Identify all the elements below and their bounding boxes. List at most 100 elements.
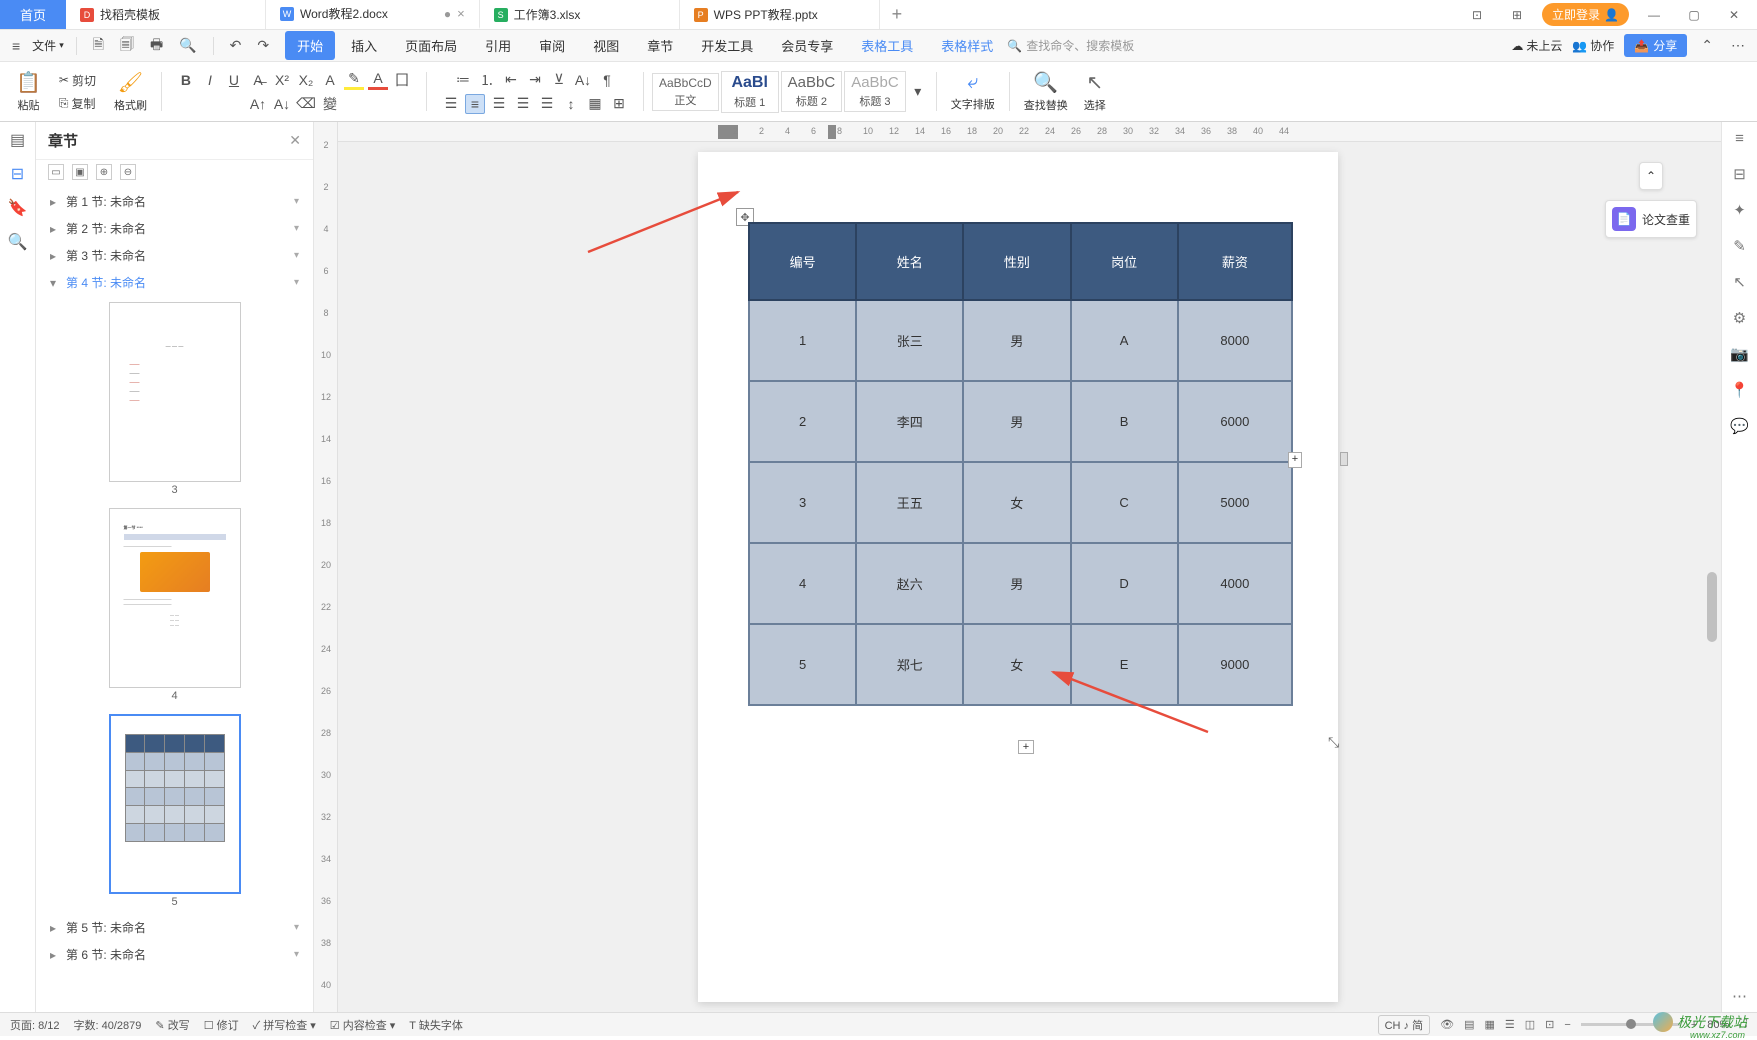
table-cell[interactable]: 1 xyxy=(749,300,856,381)
data-table[interactable]: 编号姓名性别岗位薪资 1张三男A80002李四男B60003王五女C50004赵… xyxy=(748,222,1293,706)
preview-icon[interactable]: 🔍 xyxy=(175,35,200,56)
sort-button[interactable]: A↓ xyxy=(573,70,593,90)
table-cell[interactable]: 张三 xyxy=(856,300,963,381)
rr-cursor-icon[interactable]: ↖ xyxy=(1733,273,1746,291)
ribbon-tab-chapter[interactable]: 章节 xyxy=(635,31,685,60)
table-cell[interactable]: E xyxy=(1071,624,1178,705)
nav-tool-3[interactable]: ⊕ xyxy=(96,164,112,180)
file-menu[interactable]: 文件▾ xyxy=(32,37,64,54)
add-col-button[interactable]: + xyxy=(1288,452,1302,468)
table-cell[interactable]: B xyxy=(1071,381,1178,462)
paste-button[interactable]: 📋 粘贴 xyxy=(16,70,41,113)
ime-indicator[interactable]: CH ♪ 简 xyxy=(1378,1015,1431,1035)
style-h3[interactable]: AaBbC标题 3 xyxy=(844,71,906,112)
table-header[interactable]: 岗位 xyxy=(1071,223,1178,300)
table-cell[interactable]: 女 xyxy=(963,624,1070,705)
page-indicator[interactable]: 页面: 8/12 xyxy=(10,1017,60,1033)
nav-section-4[interactable]: ▾第 4 节: 未命名▾ xyxy=(36,269,313,296)
highlight-button[interactable]: ✎ xyxy=(344,70,364,90)
more-icon[interactable]: ⋯ xyxy=(1727,35,1749,56)
saveas-icon[interactable]: 🗐 xyxy=(116,32,138,60)
page-thumb-5[interactable] xyxy=(109,714,241,894)
table-header[interactable]: 薪资 xyxy=(1178,223,1292,300)
rr-sparkle-icon[interactable]: ✦ xyxy=(1733,201,1746,219)
vertical-scrollbar[interactable] xyxy=(1705,152,1719,985)
coop-button[interactable]: 👥协作 xyxy=(1572,37,1614,54)
table-cell[interactable]: 5 xyxy=(749,624,856,705)
table-row[interactable]: 2李四男B6000 xyxy=(749,381,1292,462)
ribbon-tab-member[interactable]: 会员专享 xyxy=(769,31,845,60)
view-web-icon[interactable]: ▦ xyxy=(1484,1018,1494,1031)
nav-tool-2[interactable]: ▣ xyxy=(72,164,88,180)
phonetic-icon[interactable]: 變 xyxy=(320,94,340,114)
login-button[interactable]: 立即登录 👤 xyxy=(1542,3,1629,26)
doc-tab-template[interactable]: D 找稻壳模板 xyxy=(66,0,266,29)
italic-button[interactable]: I xyxy=(200,70,220,90)
nav-tool-1[interactable]: ▭ xyxy=(48,164,64,180)
ribbon-tab-layout[interactable]: 页面布局 xyxy=(393,31,469,60)
showmarks-button[interactable]: ¶ xyxy=(597,70,617,90)
cut-button[interactable]: ✂剪切 xyxy=(57,70,98,91)
table-header[interactable]: 姓名 xyxy=(856,223,963,300)
share-button[interactable]: 📤分享 xyxy=(1624,34,1687,57)
table-row[interactable]: 3王五女C5000 xyxy=(749,462,1292,543)
strike-button[interactable]: A̶ xyxy=(248,70,268,90)
outline-icon[interactable]: ▤ xyxy=(10,130,25,150)
grid-icon[interactable]: ⊞ xyxy=(1502,8,1532,22)
numbering-button[interactable]: ⒈ xyxy=(477,70,497,90)
table-cell[interactable]: 9000 xyxy=(1178,624,1292,705)
word-count[interactable]: 字数: 40/2879 xyxy=(74,1017,142,1033)
table-cell[interactable]: C xyxy=(1071,462,1178,543)
close-button[interactable]: ✕ xyxy=(1719,8,1749,22)
table-row[interactable]: 5郑七女E9000 xyxy=(749,624,1292,705)
table-cell[interactable]: 李四 xyxy=(856,381,963,462)
view-read-icon[interactable]: 👁 xyxy=(1440,1018,1454,1031)
justify-button[interactable]: ☰ xyxy=(513,94,533,114)
thesis-check-button[interactable]: 📄 论文查重 xyxy=(1605,200,1697,238)
view-print-icon[interactable]: ▤ xyxy=(1464,1018,1474,1031)
text-wrap-button[interactable]: ⤶文字排版 xyxy=(951,71,995,112)
rr-feedback-icon[interactable]: 💬 xyxy=(1730,417,1749,435)
table-row[interactable]: 4赵六男D4000 xyxy=(749,543,1292,624)
rewrite-button[interactable]: ✎ 改写 xyxy=(155,1017,189,1033)
redo-icon[interactable]: ↷ xyxy=(253,35,273,56)
ribbon-tab-view[interactable]: 视图 xyxy=(581,31,631,60)
row-handle[interactable] xyxy=(1340,452,1348,466)
not-uploaded[interactable]: ☁未上云 xyxy=(1511,37,1562,54)
home-tab[interactable]: 首页 xyxy=(0,0,66,29)
revise-button[interactable]: ☐ 修订 xyxy=(204,1017,239,1033)
rr-settings-icon[interactable]: ⊟ xyxy=(1733,165,1746,183)
underline-button[interactable]: U xyxy=(224,70,244,90)
table-cell[interactable]: 2 xyxy=(749,381,856,462)
tabs-button[interactable]: ⊻ xyxy=(549,70,569,90)
table-cell[interactable]: 赵六 xyxy=(856,543,963,624)
table-header[interactable]: 性别 xyxy=(963,223,1070,300)
table-cell[interactable]: 4 xyxy=(749,543,856,624)
rr-location-icon[interactable]: 📍 xyxy=(1730,381,1749,399)
maximize-button[interactable]: ▢ xyxy=(1679,8,1709,22)
doc-tab-sheet[interactable]: S 工作簿3.xlsx xyxy=(480,0,680,29)
rr-adjust-icon[interactable]: ⚙ xyxy=(1733,309,1746,327)
bookmark-icon[interactable]: 🔖 xyxy=(8,198,28,218)
ribbon-tab-dev[interactable]: 开发工具 xyxy=(689,31,765,60)
superscript-button[interactable]: X² xyxy=(272,70,292,90)
chapters-icon[interactable]: ⊟ xyxy=(11,164,24,184)
nav-section-6[interactable]: ▸第 6 节: 未命名▾ xyxy=(36,941,313,968)
select-button[interactable]: ↖选择 xyxy=(1084,70,1106,113)
table-cell[interactable]: 王五 xyxy=(856,462,963,543)
bold-button[interactable]: B xyxy=(176,70,196,90)
find-replace-button[interactable]: 🔍查找替换 xyxy=(1024,70,1068,113)
table-cell[interactable]: 男 xyxy=(963,381,1070,462)
doc-tab-ppt[interactable]: P WPS PPT教程.pptx xyxy=(680,0,880,29)
table-cell[interactable]: 6000 xyxy=(1178,381,1292,462)
styles-gallery[interactable]: AaBbCcD正文 AaBl标题 1 AaBbC标题 2 AaBbC标题 3 ▾ xyxy=(652,66,928,117)
table-cell[interactable]: 3 xyxy=(749,462,856,543)
doc-tab-word[interactable]: W Word教程2.docx ● × xyxy=(266,0,480,29)
rr-more-icon[interactable]: ⋯ xyxy=(1732,987,1747,1005)
nav-section-5[interactable]: ▸第 5 节: 未命名▾ xyxy=(36,914,313,941)
missing-fonts-button[interactable]: T 缺失字体 xyxy=(409,1017,463,1033)
command-search[interactable]: 🔍 查找命令、搜索模板 xyxy=(1007,37,1134,54)
page-thumb-3[interactable]: — — —―――――――――― xyxy=(109,302,241,482)
align-center-button[interactable]: ≡ xyxy=(465,94,485,114)
nav-section-2[interactable]: ▸第 2 节: 未命名▾ xyxy=(36,215,313,242)
